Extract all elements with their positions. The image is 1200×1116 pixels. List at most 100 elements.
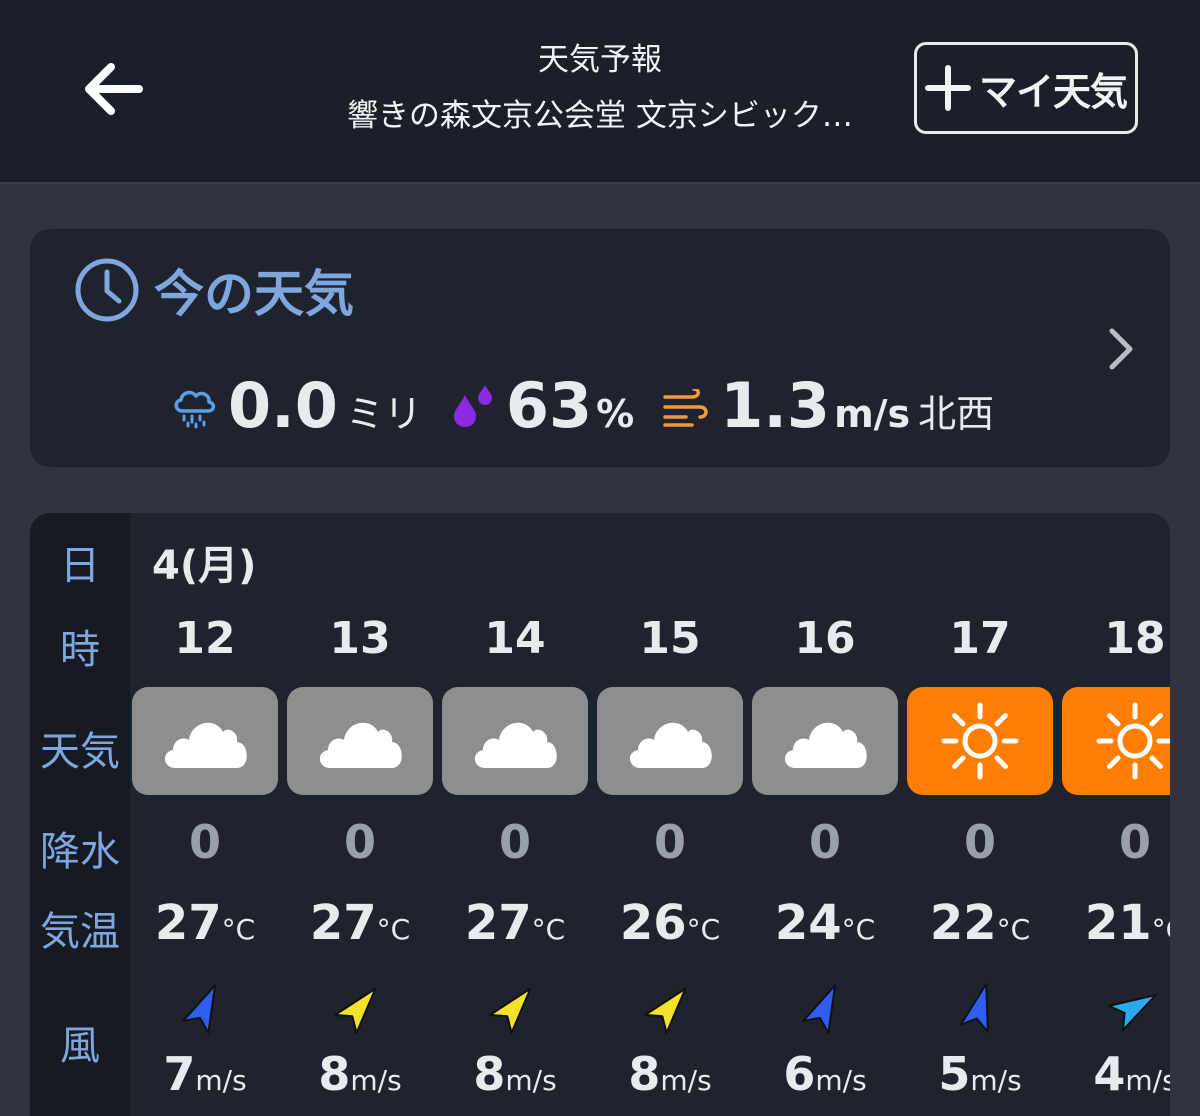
temperature: 27°C: [130, 895, 280, 951]
hour-column-14: 14 0 27°C 8m/s: [440, 513, 590, 1116]
wind-speed: 8m/s: [285, 1047, 435, 1101]
add-my-weather-button[interactable]: マイ天気: [914, 42, 1138, 134]
navigation-arrow-icon: [182, 984, 217, 1034]
wind-speed: 5m/s: [905, 1047, 1055, 1101]
sun-icon: [1096, 702, 1170, 780]
page-title: 天気予報: [538, 42, 662, 78]
navigation-arrow-icon: [489, 987, 532, 1034]
wind-speed: 8m/s: [440, 1047, 590, 1101]
weather-tile-sunny: [1062, 687, 1170, 795]
temperature-unit: °C: [221, 913, 256, 946]
humidity-unit: %: [596, 392, 635, 436]
precip-amount: 0: [188, 815, 221, 869]
temperature: 24°C: [750, 895, 900, 951]
weather-tile-cloudy: [287, 687, 433, 795]
wind-speed-value: 8: [473, 1047, 506, 1101]
wind-speed-unit: m/s: [815, 1064, 867, 1097]
wind-value: 1.3: [720, 369, 831, 442]
navigation-arrow-icon: [334, 987, 377, 1034]
precip-amount: 0: [1118, 815, 1151, 869]
temperature-value: 21: [1084, 895, 1152, 951]
weather-tile-cloudy: [442, 687, 588, 795]
wind-speed-value: 8: [318, 1047, 351, 1101]
cloud-icon: [164, 722, 247, 768]
hour-label: 15: [639, 613, 701, 664]
wind-icon: [663, 389, 708, 427]
wind-speed-unit: m/s: [505, 1064, 557, 1097]
temperature-unit: °C: [531, 913, 566, 946]
navigation-arrow-icon: [959, 982, 989, 1033]
current-metrics: 0.0 ミリ 63 % 1.3 m/s 北西: [170, 357, 1022, 437]
temperature-value: 27: [464, 895, 532, 951]
precip-metric: 0.0 ミリ: [170, 375, 422, 437]
cloud-icon: [629, 722, 712, 768]
wind-speed-unit: m/s: [195, 1064, 247, 1097]
temperature-unit: °C: [686, 913, 721, 946]
rain-cloud-icon: [174, 390, 216, 429]
navigation-arrow-icon: [802, 984, 837, 1034]
temperature-unit: °C: [376, 913, 411, 946]
location-name: 響きの森文京公会堂 文京シビック…: [347, 98, 853, 134]
hour-column-13: 13 0 27°C 8m/s: [285, 513, 435, 1116]
hour-column-15: 15 0 26°C 8m/s: [595, 513, 745, 1116]
hour-label: 16: [794, 613, 856, 664]
wind-speed-unit: m/s: [350, 1064, 402, 1097]
precip-amount: 0: [343, 815, 376, 869]
hour-label: 17: [949, 613, 1011, 664]
wind-direction: 北西: [918, 392, 995, 436]
wind-metric: 1.3 m/s 北西: [662, 375, 994, 437]
label-weather: 天気: [40, 729, 120, 775]
hour-label: 14: [484, 613, 546, 664]
weather-tile-cloudy: [597, 687, 743, 795]
chevron-right-icon: [1109, 328, 1133, 370]
temperature: 27°C: [285, 895, 435, 951]
wind-unit: m/s: [834, 392, 911, 436]
temperature-value: 26: [619, 895, 687, 951]
clock-icon: [75, 258, 139, 322]
wind-speed: 8m/s: [595, 1047, 745, 1101]
back-button[interactable]: [76, 52, 150, 126]
app-header: 天気予報 響きの森文京公会堂 文京シビック… マイ天気: [0, 0, 1200, 184]
cloud-icon: [784, 722, 867, 768]
wind-speed: 7m/s: [130, 1047, 280, 1101]
temperature-value: 27: [309, 895, 377, 951]
precip-amount: 0: [963, 815, 996, 869]
wind-speed-value: 8: [628, 1047, 661, 1101]
hourly-forecast-table[interactable]: 日 時 天気 降水 気温 風 4(月) 12 0 27°C 7m/s 13 0 …: [30, 513, 1170, 1116]
wind-speed-value: 7: [163, 1047, 196, 1101]
current-weather-card[interactable]: 今の天気 0.0 ミリ 63 % 1.3 m/s 北西: [30, 229, 1170, 467]
temperature: 27°C: [440, 895, 590, 951]
plus-icon: [924, 65, 971, 111]
weather-tile-sunny: [907, 687, 1053, 795]
current-weather-heading: 今の天気: [74, 255, 354, 325]
wind-speed-value: 6: [783, 1047, 816, 1101]
wind-speed-unit: m/s: [660, 1064, 712, 1097]
precip-unit: ミリ: [345, 392, 422, 436]
wind-speed-value: 4: [1093, 1047, 1126, 1101]
hour-column-12: 12 0 27°C 7m/s: [130, 513, 280, 1116]
temperature-unit: °C: [841, 913, 876, 946]
label-precip: 降水: [40, 829, 120, 875]
label-wind: 風: [60, 1023, 100, 1069]
label-day: 日: [60, 543, 100, 589]
wind-speed: 4m/s: [1060, 1047, 1170, 1101]
wind-speed-unit: m/s: [970, 1064, 1022, 1097]
droplets-icon: [453, 385, 492, 427]
humidity-metric: 63 %: [450, 375, 634, 437]
wind-speed-unit: m/s: [1125, 1064, 1170, 1097]
cloud-icon: [319, 722, 402, 768]
navigation-arrow-icon: [644, 987, 687, 1034]
arrow-left-icon: [85, 63, 143, 115]
hour-label: 18: [1104, 613, 1166, 664]
temperature-unit: °C: [1151, 913, 1170, 946]
temperature-value: 27: [154, 895, 222, 951]
weather-tile-cloudy: [752, 687, 898, 795]
row-labels: 日 時 天気 降水 気温 風: [30, 513, 130, 1116]
wind-speed: 6m/s: [750, 1047, 900, 1101]
hour-column-17: 17 0 22°C 5m/s: [905, 513, 1055, 1116]
wind-speed-value: 5: [938, 1047, 971, 1101]
weather-tile-cloudy: [132, 687, 278, 795]
label-temp: 気温: [40, 909, 120, 955]
temperature: 22°C: [905, 895, 1055, 951]
hour-column-16: 16 0 24°C 6m/s: [750, 513, 900, 1116]
